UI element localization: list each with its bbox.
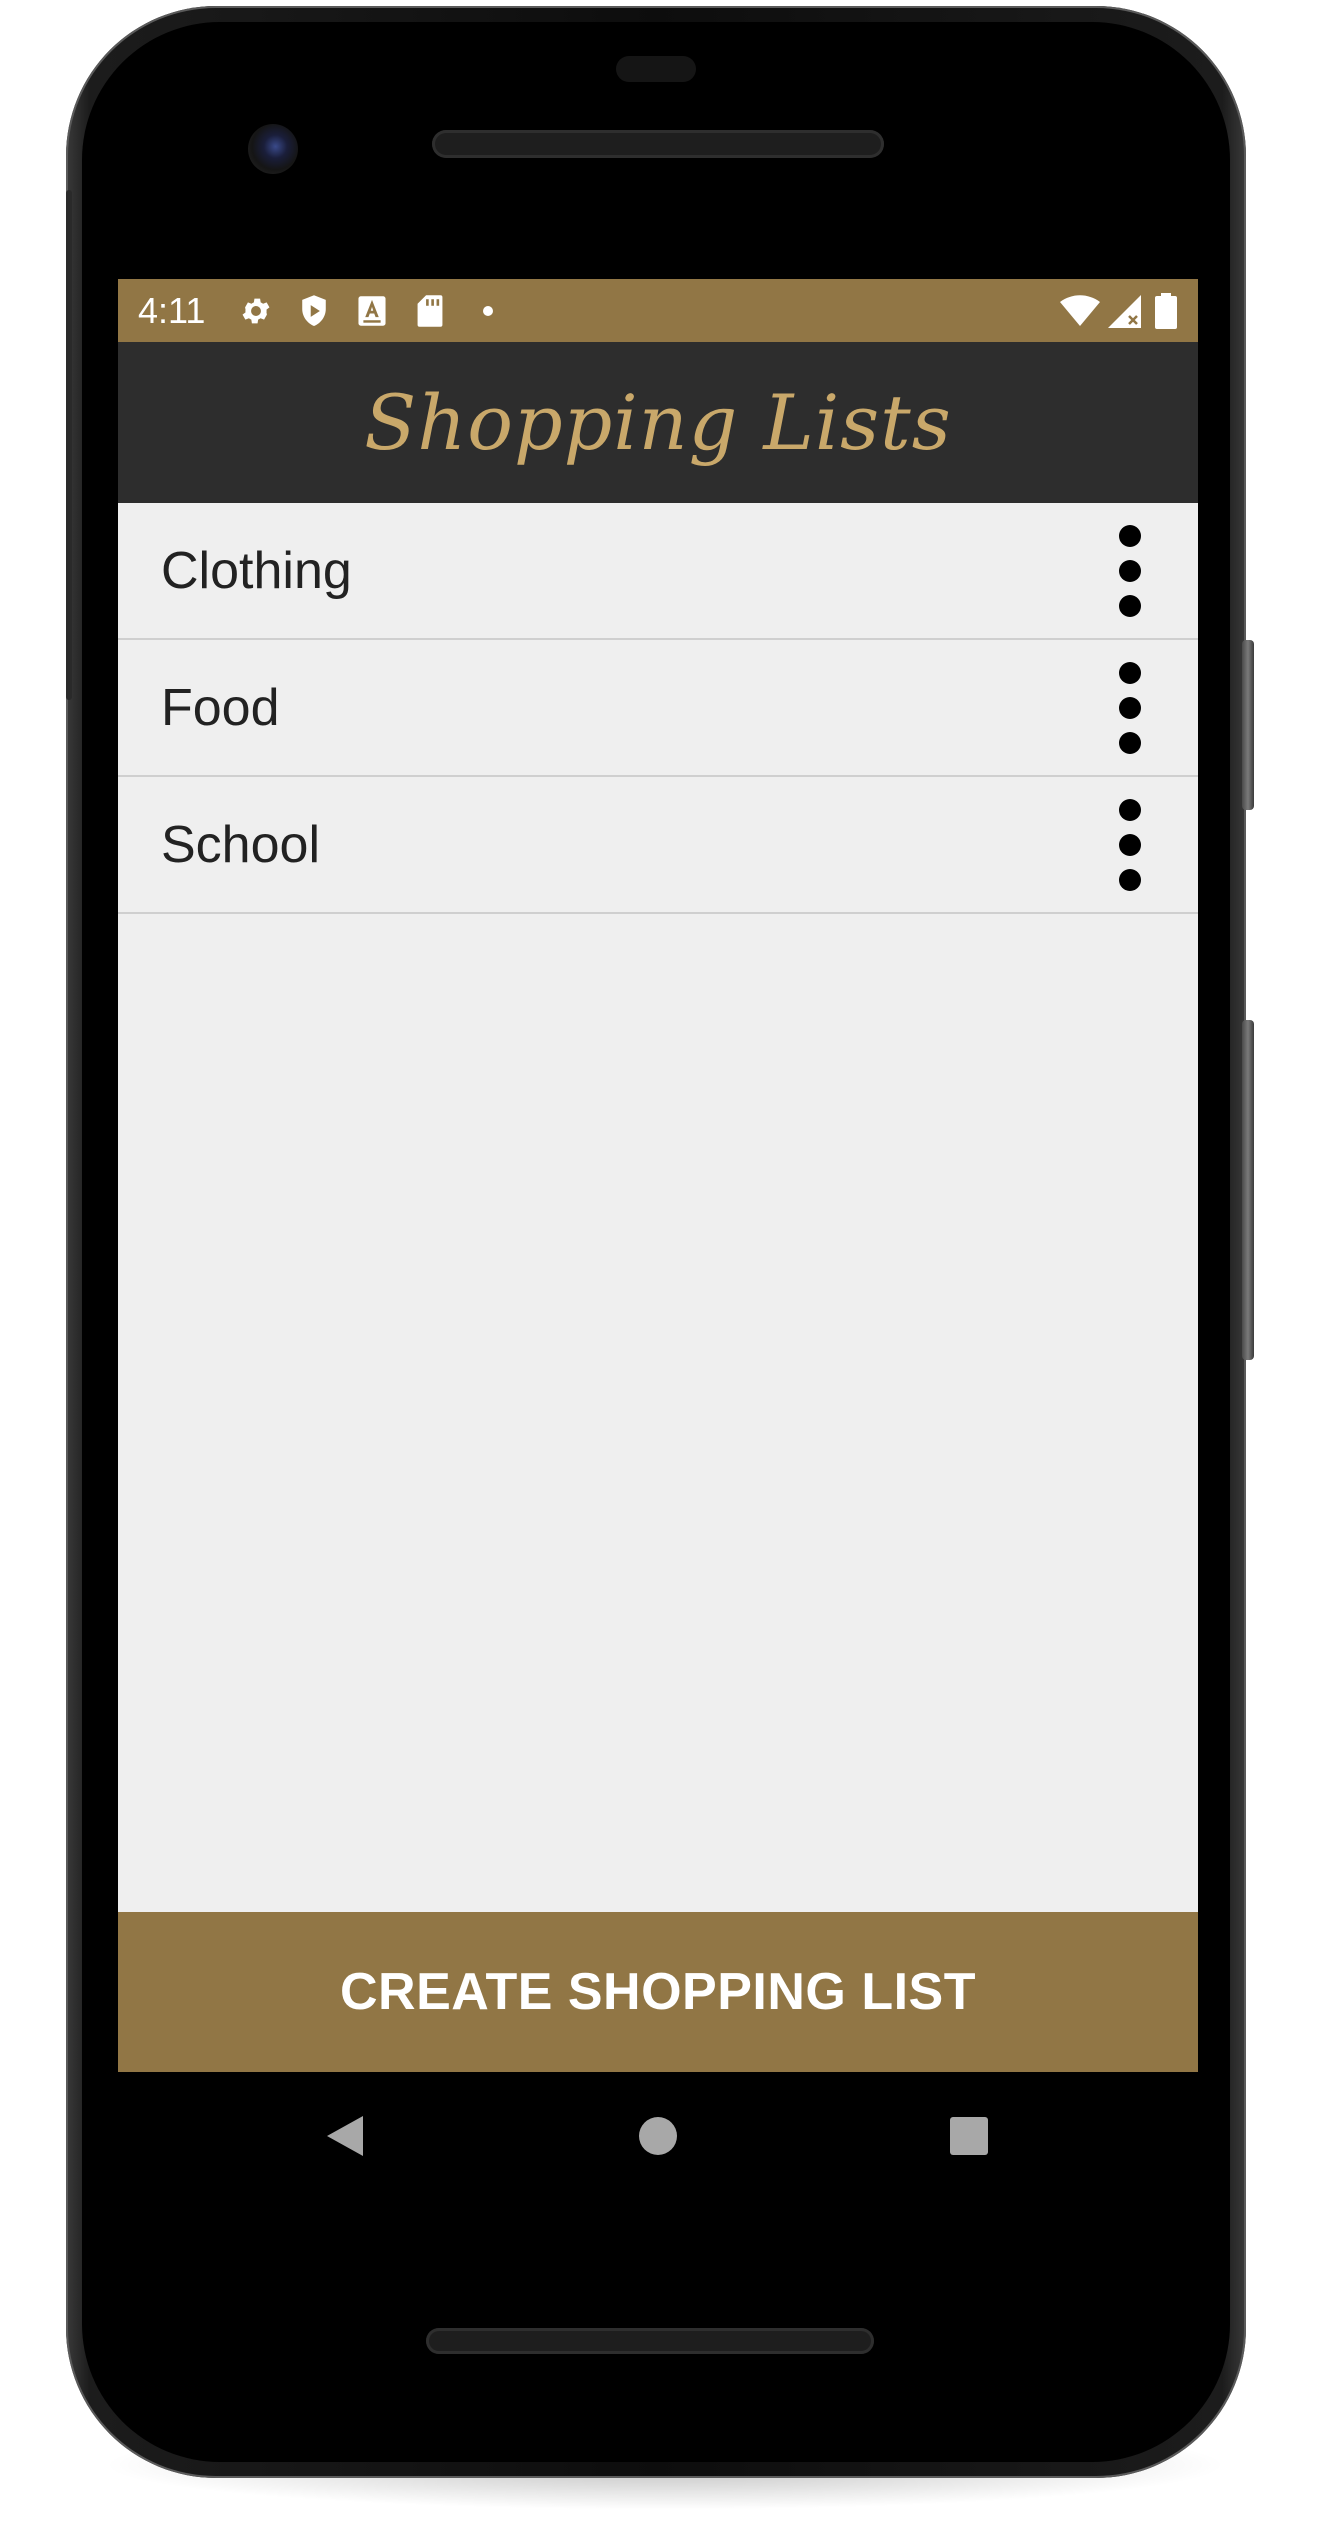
overflow-menu-icon[interactable] xyxy=(1108,662,1156,754)
list-item-label: School xyxy=(161,816,320,874)
sd-card-icon xyxy=(412,291,448,331)
font-a-icon xyxy=(354,291,390,331)
status-bar: 4:11 xyxy=(118,279,1198,342)
list-item-clothing[interactable]: Clothing xyxy=(118,503,1198,640)
front-camera xyxy=(248,124,298,174)
overflow-menu-icon[interactable] xyxy=(1108,525,1156,617)
left-side-strip xyxy=(66,190,72,700)
list-item-school[interactable]: School xyxy=(118,777,1198,914)
app-title: Shopping Lists xyxy=(364,378,952,467)
power-button xyxy=(1242,640,1254,810)
earpiece-speaker xyxy=(432,130,884,158)
signal-icon xyxy=(1104,291,1146,331)
list-item-label: Clothing xyxy=(161,542,352,600)
navigation-bar xyxy=(118,2072,1198,2200)
shopping-list-list: Clothing Food School xyxy=(118,503,1198,914)
list-item-label: Food xyxy=(161,679,280,737)
gear-icon xyxy=(238,291,274,331)
dot-icon xyxy=(470,291,506,331)
wifi-icon xyxy=(1058,291,1102,331)
volume-button xyxy=(1242,1020,1254,1360)
list-item-food[interactable]: Food xyxy=(118,640,1198,777)
bottom-speaker xyxy=(426,2328,874,2354)
recents-icon[interactable] xyxy=(909,2072,1029,2200)
overflow-menu-icon[interactable] xyxy=(1108,799,1156,891)
create-shopping-list-button[interactable]: CREATE SHOPPING LIST xyxy=(118,1912,1198,2072)
app-bar: Shopping Lists xyxy=(118,342,1198,503)
proximity-sensor xyxy=(616,56,696,82)
home-icon[interactable] xyxy=(598,2072,718,2200)
screen: 4:11 Shopping Lists Clothing Food School… xyxy=(118,279,1198,2072)
status-time: 4:11 xyxy=(138,290,206,331)
battery-icon xyxy=(1148,291,1184,331)
back-icon[interactable] xyxy=(285,2072,405,2200)
shield-play-icon xyxy=(296,291,332,331)
page: 4:11 Shopping Lists Clothing Food School… xyxy=(0,0,1330,2532)
